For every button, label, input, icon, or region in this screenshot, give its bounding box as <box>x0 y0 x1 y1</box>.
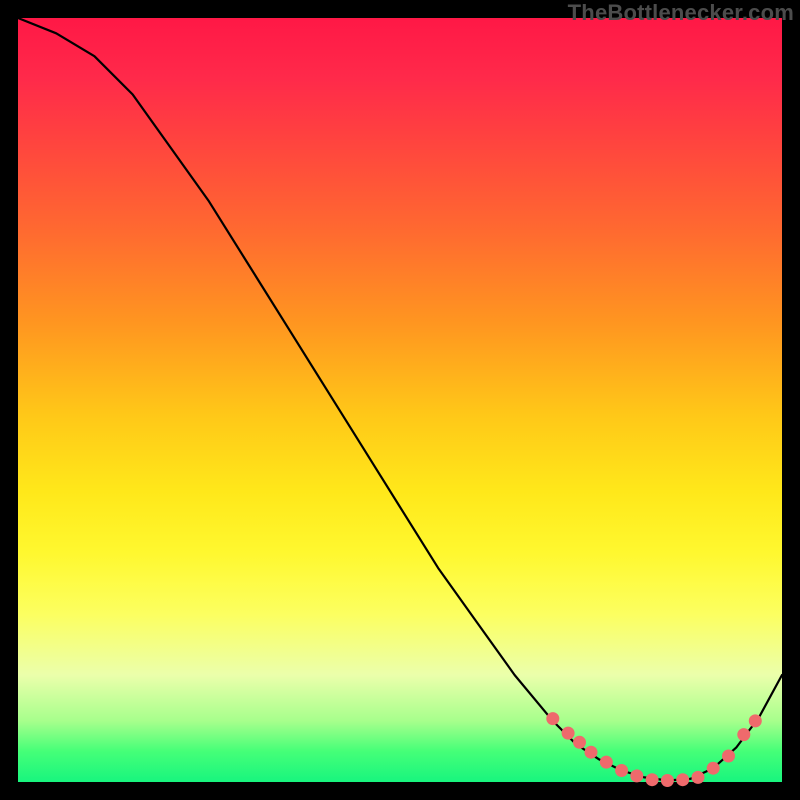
sweet-spot-dot <box>562 727 575 740</box>
sweet-spot-dot <box>737 728 750 741</box>
sweet-spot-dot <box>707 762 720 775</box>
sweet-spot-dot <box>600 756 613 769</box>
sweet-spot-dot <box>646 773 659 786</box>
sweet-spot-dot <box>546 712 559 725</box>
sweet-spot-dot <box>749 714 762 727</box>
sweet-spot-dot <box>722 750 735 763</box>
sweet-spot-dots <box>546 712 762 787</box>
sweet-spot-dot <box>573 736 586 749</box>
sweet-spot-dot <box>615 764 628 777</box>
stage: TheBottlenecker.com <box>0 0 800 800</box>
chart-overlay <box>18 18 782 782</box>
sweet-spot-dot <box>585 746 598 759</box>
sweet-spot-dot <box>676 773 689 786</box>
sweet-spot-dot <box>661 774 674 787</box>
bottleneck-curve <box>18 18 782 781</box>
sweet-spot-dot <box>630 769 643 782</box>
sweet-spot-dot <box>692 771 705 784</box>
